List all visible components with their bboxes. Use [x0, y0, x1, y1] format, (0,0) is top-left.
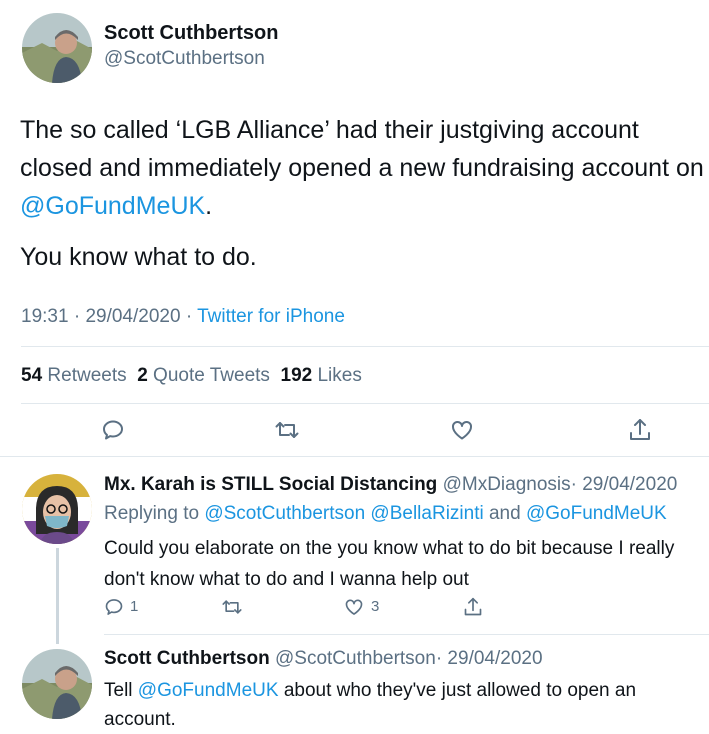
likes-label: Likes [317, 365, 362, 386]
like-icon[interactable] [450, 418, 474, 442]
quotes-count: 2 [137, 365, 148, 386]
replying-users-link[interactable]: @ScotCuthbertson @BellaRizinti [204, 503, 483, 524]
author-name[interactable]: Scott Cuthbertson [104, 22, 278, 45]
replying-prefix: Replying to [104, 503, 200, 524]
mention-link[interactable]: @GoFundMeUK [138, 680, 279, 701]
divider [21, 403, 709, 404]
meta-separator: · [73, 306, 81, 327]
avatar[interactable] [22, 13, 92, 83]
meta-separator: · [185, 306, 193, 327]
engagement-stats: 54 Retweets 2 Quote Tweets 192 Likes [21, 365, 362, 387]
divider [0, 456, 709, 457]
divider [21, 346, 709, 347]
author-handle[interactable]: @ScotCuthbertson [275, 648, 436, 669]
reply-icon[interactable] [104, 597, 124, 617]
reply-text-prefix: Tell [104, 680, 133, 701]
avatar[interactable] [22, 474, 92, 544]
tweet-text: The so called ‘LGB Alliance’ had their j… [20, 111, 706, 225]
thread-line [56, 548, 59, 644]
like-count: 3 [371, 598, 380, 615]
reply-text: Could you elaborate on the you know what… [104, 538, 675, 590]
replying-to: Replying to @ScotCuthbertson @BellaRizin… [104, 503, 667, 525]
retweets-label: Retweets [47, 365, 127, 386]
quotes-stat[interactable]: 2 Quote Tweets [137, 365, 270, 386]
author-handle[interactable]: @MxDiagnosis [443, 474, 571, 495]
quotes-label: Quote Tweets [153, 365, 270, 386]
reply-header: Scott Cuthbertson @ScotCuthbertson· 29/0… [104, 648, 543, 670]
author-handle[interactable]: @ScotCuthbertson [104, 48, 265, 70]
reply-header: Mx. Karah is STILL Social Distancing @Mx… [104, 474, 677, 496]
share-icon[interactable] [628, 417, 652, 443]
retweet-icon[interactable] [221, 597, 243, 617]
divider [104, 634, 709, 635]
avatar[interactable] [22, 649, 92, 719]
likes-count: 192 [280, 365, 313, 386]
reply-icon[interactable] [101, 418, 125, 442]
reply-date[interactable]: · 29/04/2020 [436, 648, 543, 669]
retweet-icon[interactable] [274, 418, 300, 442]
reply-date[interactable]: · 29/04/2020 [571, 474, 678, 495]
like-icon[interactable] [344, 597, 364, 617]
tweet-text-line2: You know what to do. [20, 243, 257, 271]
tweet-date[interactable]: 29/04/2020 [85, 306, 180, 327]
replying-last-link[interactable]: @GoFundMeUK [526, 503, 667, 524]
reply-text: Tell @GoFundMeUK about who they've just … [104, 676, 664, 734]
tweet-source[interactable]: Twitter for iPhone [197, 306, 345, 327]
author-name[interactable]: Scott Cuthbertson [104, 648, 270, 669]
reply-count: 1 [130, 598, 139, 615]
likes-stat[interactable]: 192 Likes [281, 365, 362, 386]
tweet-text-part1: The so called ‘LGB Alliance’ had their j… [20, 116, 704, 182]
author-name[interactable]: Mx. Karah is STILL Social Distancing [104, 474, 437, 495]
mention-link[interactable]: @GoFundMeUK [20, 192, 205, 220]
retweets-stat[interactable]: 54 Retweets [21, 365, 127, 386]
replying-and: and [488, 503, 521, 524]
retweets-count: 54 [21, 365, 43, 386]
tweet-time[interactable]: 19:31 [21, 306, 69, 327]
share-icon[interactable] [463, 596, 483, 618]
tweet-text-part2: . [205, 192, 213, 220]
tweet-meta: 19:31 · 29/04/2020 · Twitter for iPhone [21, 306, 345, 328]
